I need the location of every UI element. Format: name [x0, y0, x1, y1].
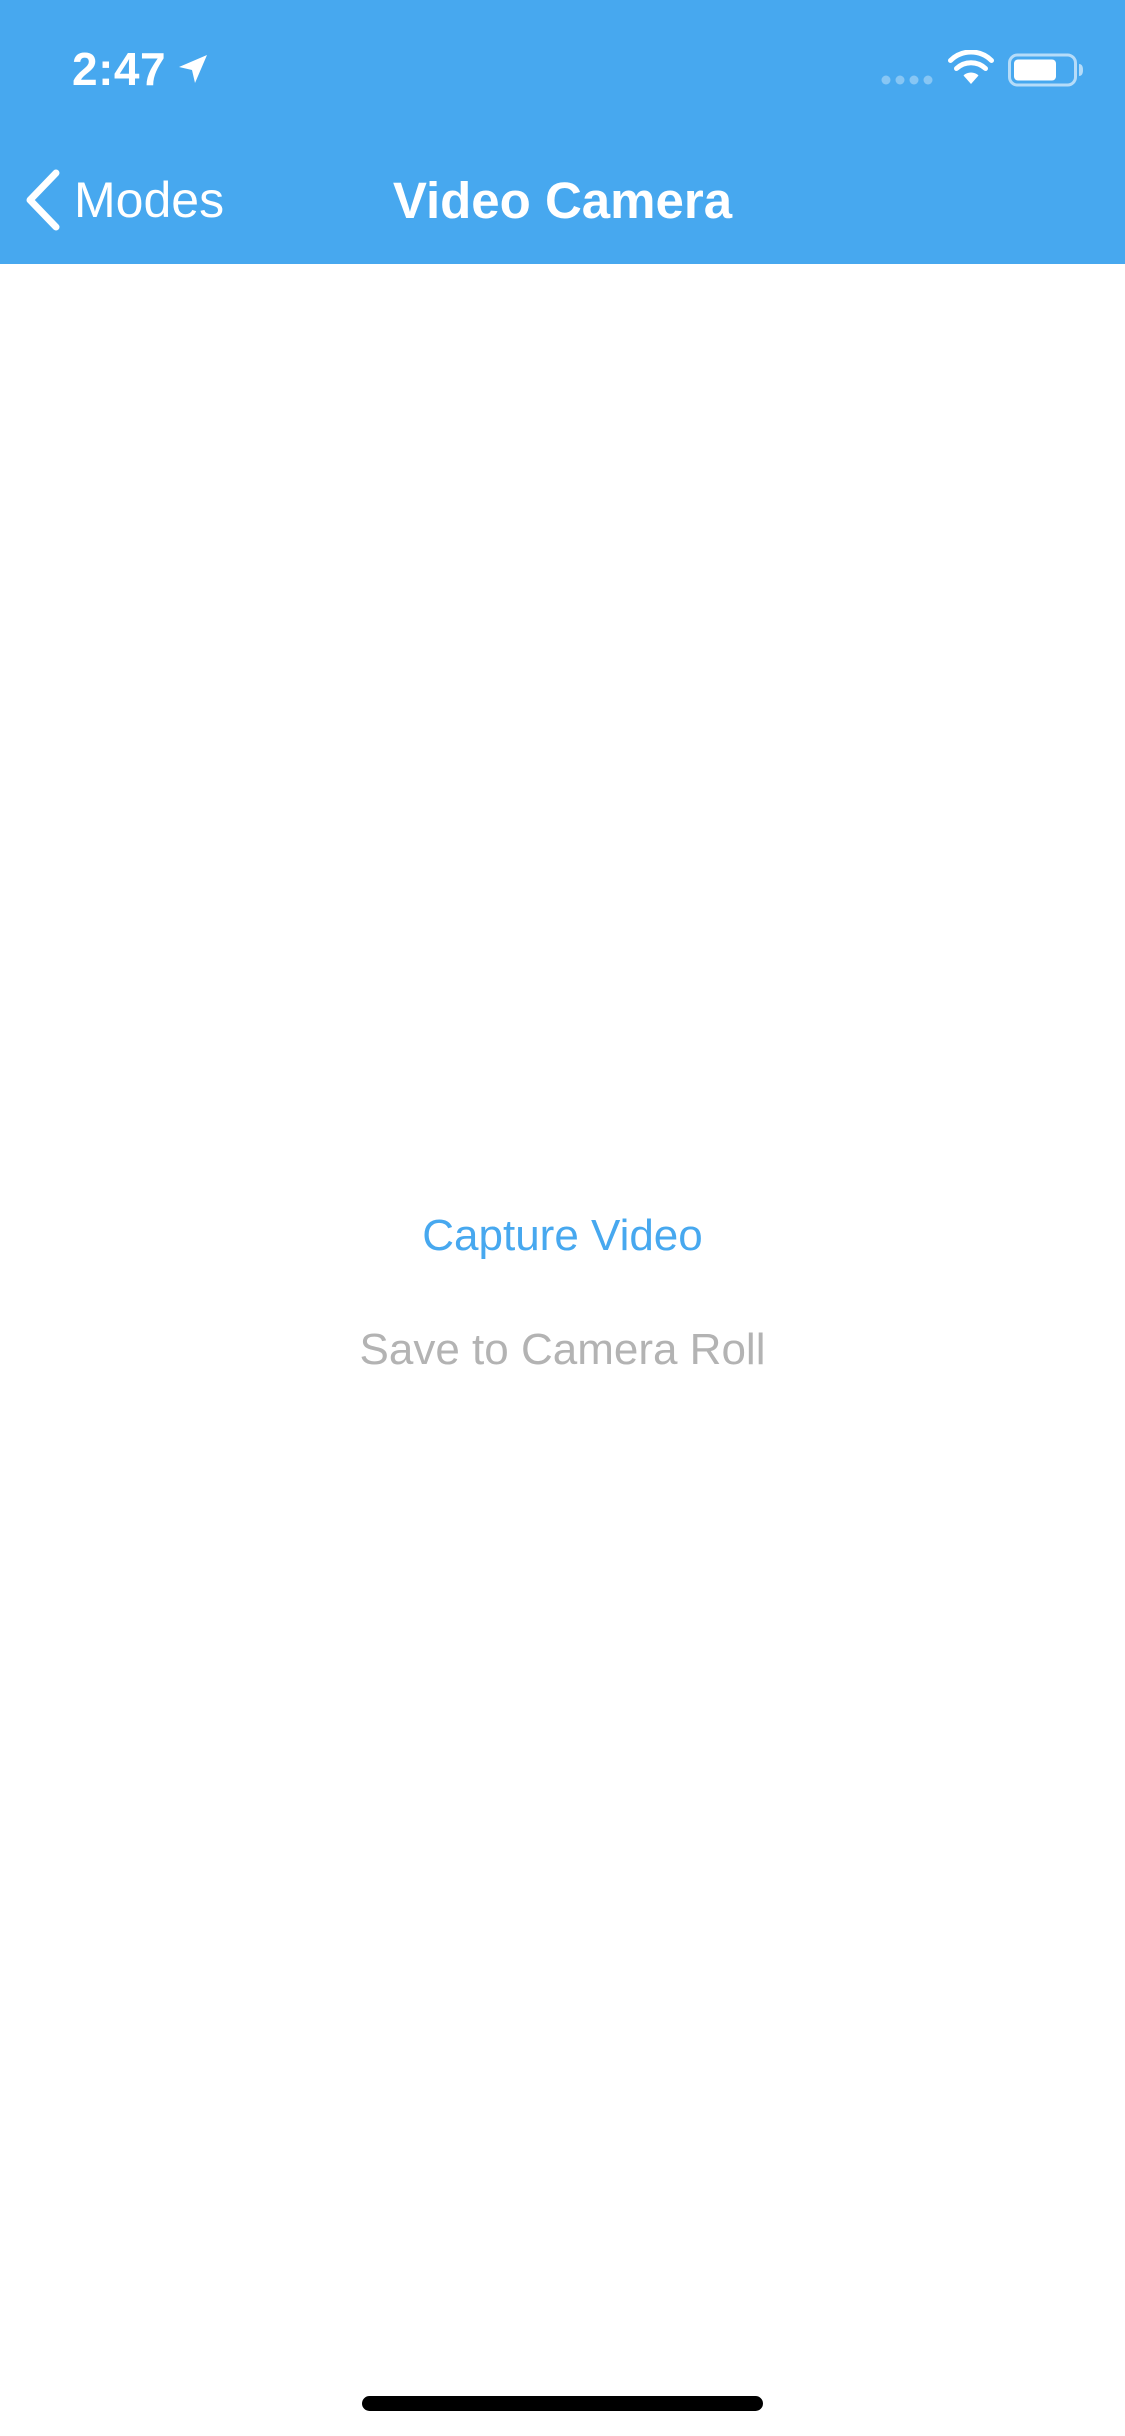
capture-video-button[interactable]: Capture Video [402, 1196, 723, 1276]
cellular-signal-icon [881, 75, 933, 85]
header: 2:47 Modes Video Camera [0, 0, 1125, 264]
chevron-left-icon [26, 169, 60, 231]
wifi-icon [948, 50, 994, 84]
home-indicator [362, 2396, 763, 2411]
actions: Capture Video Save to Camera Roll [0, 1196, 1125, 1390]
back-button[interactable]: Modes [20, 160, 224, 240]
location-arrow-icon [179, 55, 207, 83]
save-to-camera-roll-button[interactable]: Save to Camera Roll [340, 1310, 786, 1390]
back-button-label: Modes [74, 172, 225, 228]
screen: 2:47 Modes Video Camera Capture Video Sa… [0, 0, 1125, 2436]
battery-icon [1008, 53, 1083, 87]
status-time: 2:47 [72, 43, 167, 95]
